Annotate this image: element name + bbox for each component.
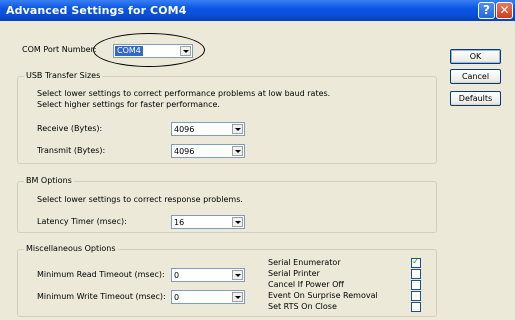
highlight-ellipse	[93, 33, 205, 67]
advanced-settings-dialog: Advanced Settings for COM4 ? ✕ COM Port …	[0, 0, 515, 320]
com-port-label: COM Port Number:	[22, 45, 97, 54]
chevron-down-icon[interactable]	[232, 146, 243, 156]
option-label: Serial Printer	[268, 269, 320, 278]
bm-options-legend: BM Options	[24, 176, 74, 185]
min-read-label: Minimum Read Timeout (msec):	[37, 270, 165, 279]
misc-options-group	[17, 249, 437, 317]
latency-label: Latency Timer (msec):	[37, 217, 127, 226]
help-icon: ?	[483, 3, 490, 17]
chevron-down-icon[interactable]	[232, 124, 243, 134]
defaults-button[interactable]: Defaults	[450, 91, 501, 106]
chevron-down-icon[interactable]	[232, 270, 243, 280]
misc-options-legend: Miscellaneous Options	[24, 244, 118, 253]
min-write-value: 0	[174, 293, 180, 302]
latency-select[interactable]: 16	[171, 215, 245, 229]
bm-help-line: Select lower settings to correct respons…	[37, 195, 243, 204]
transmit-value: 4096	[174, 147, 195, 156]
cancel-button[interactable]: Cancel	[450, 69, 501, 84]
usb-transfer-legend: USB Transfer Sizes	[24, 71, 103, 80]
option-label: Set RTS On Close	[268, 302, 337, 311]
chevron-down-icon[interactable]	[232, 292, 243, 302]
serial-printer-checkbox[interactable]	[411, 269, 421, 279]
option-label: Serial Enumerator	[268, 258, 341, 267]
receive-select[interactable]: 4096	[171, 122, 245, 136]
receive-value: 4096	[174, 125, 195, 134]
min-write-label: Minimum Write Timeout (msec):	[37, 292, 166, 301]
latency-value: 16	[174, 218, 185, 227]
option-label: Event On Surprise Removal	[268, 291, 378, 300]
transmit-label: Transmit (Bytes):	[37, 146, 106, 155]
cancel-if-power-off-checkbox[interactable]	[411, 280, 421, 290]
set-rts-on-close-checkbox[interactable]	[411, 302, 421, 312]
close-icon: ✕	[499, 3, 510, 17]
usb-help-line-2: Select higher settings for faster perfor…	[37, 100, 220, 109]
usb-help-line-1: Select lower settings to correct perform…	[37, 89, 331, 98]
help-button[interactable]: ?	[478, 2, 495, 19]
checkmark-icon: ✓	[412, 257, 420, 267]
option-label: Cancel If Power Off	[268, 280, 344, 289]
ok-button[interactable]: OK	[450, 49, 501, 64]
close-button[interactable]: ✕	[496, 2, 513, 19]
min-write-select[interactable]: 0	[171, 290, 245, 304]
serial-enumerator-checkbox[interactable]: ✓	[411, 257, 421, 268]
min-read-value: 0	[174, 271, 180, 280]
receive-label: Receive (Bytes):	[37, 124, 103, 133]
transmit-select[interactable]: 4096	[171, 144, 245, 158]
title-bar: Advanced Settings for COM4 ? ✕	[0, 0, 515, 21]
event-on-surprise-removal-checkbox[interactable]	[411, 291, 421, 301]
window-title: Advanced Settings for COM4	[6, 4, 187, 17]
min-read-select[interactable]: 0	[171, 268, 245, 282]
chevron-down-icon[interactable]	[232, 217, 243, 227]
